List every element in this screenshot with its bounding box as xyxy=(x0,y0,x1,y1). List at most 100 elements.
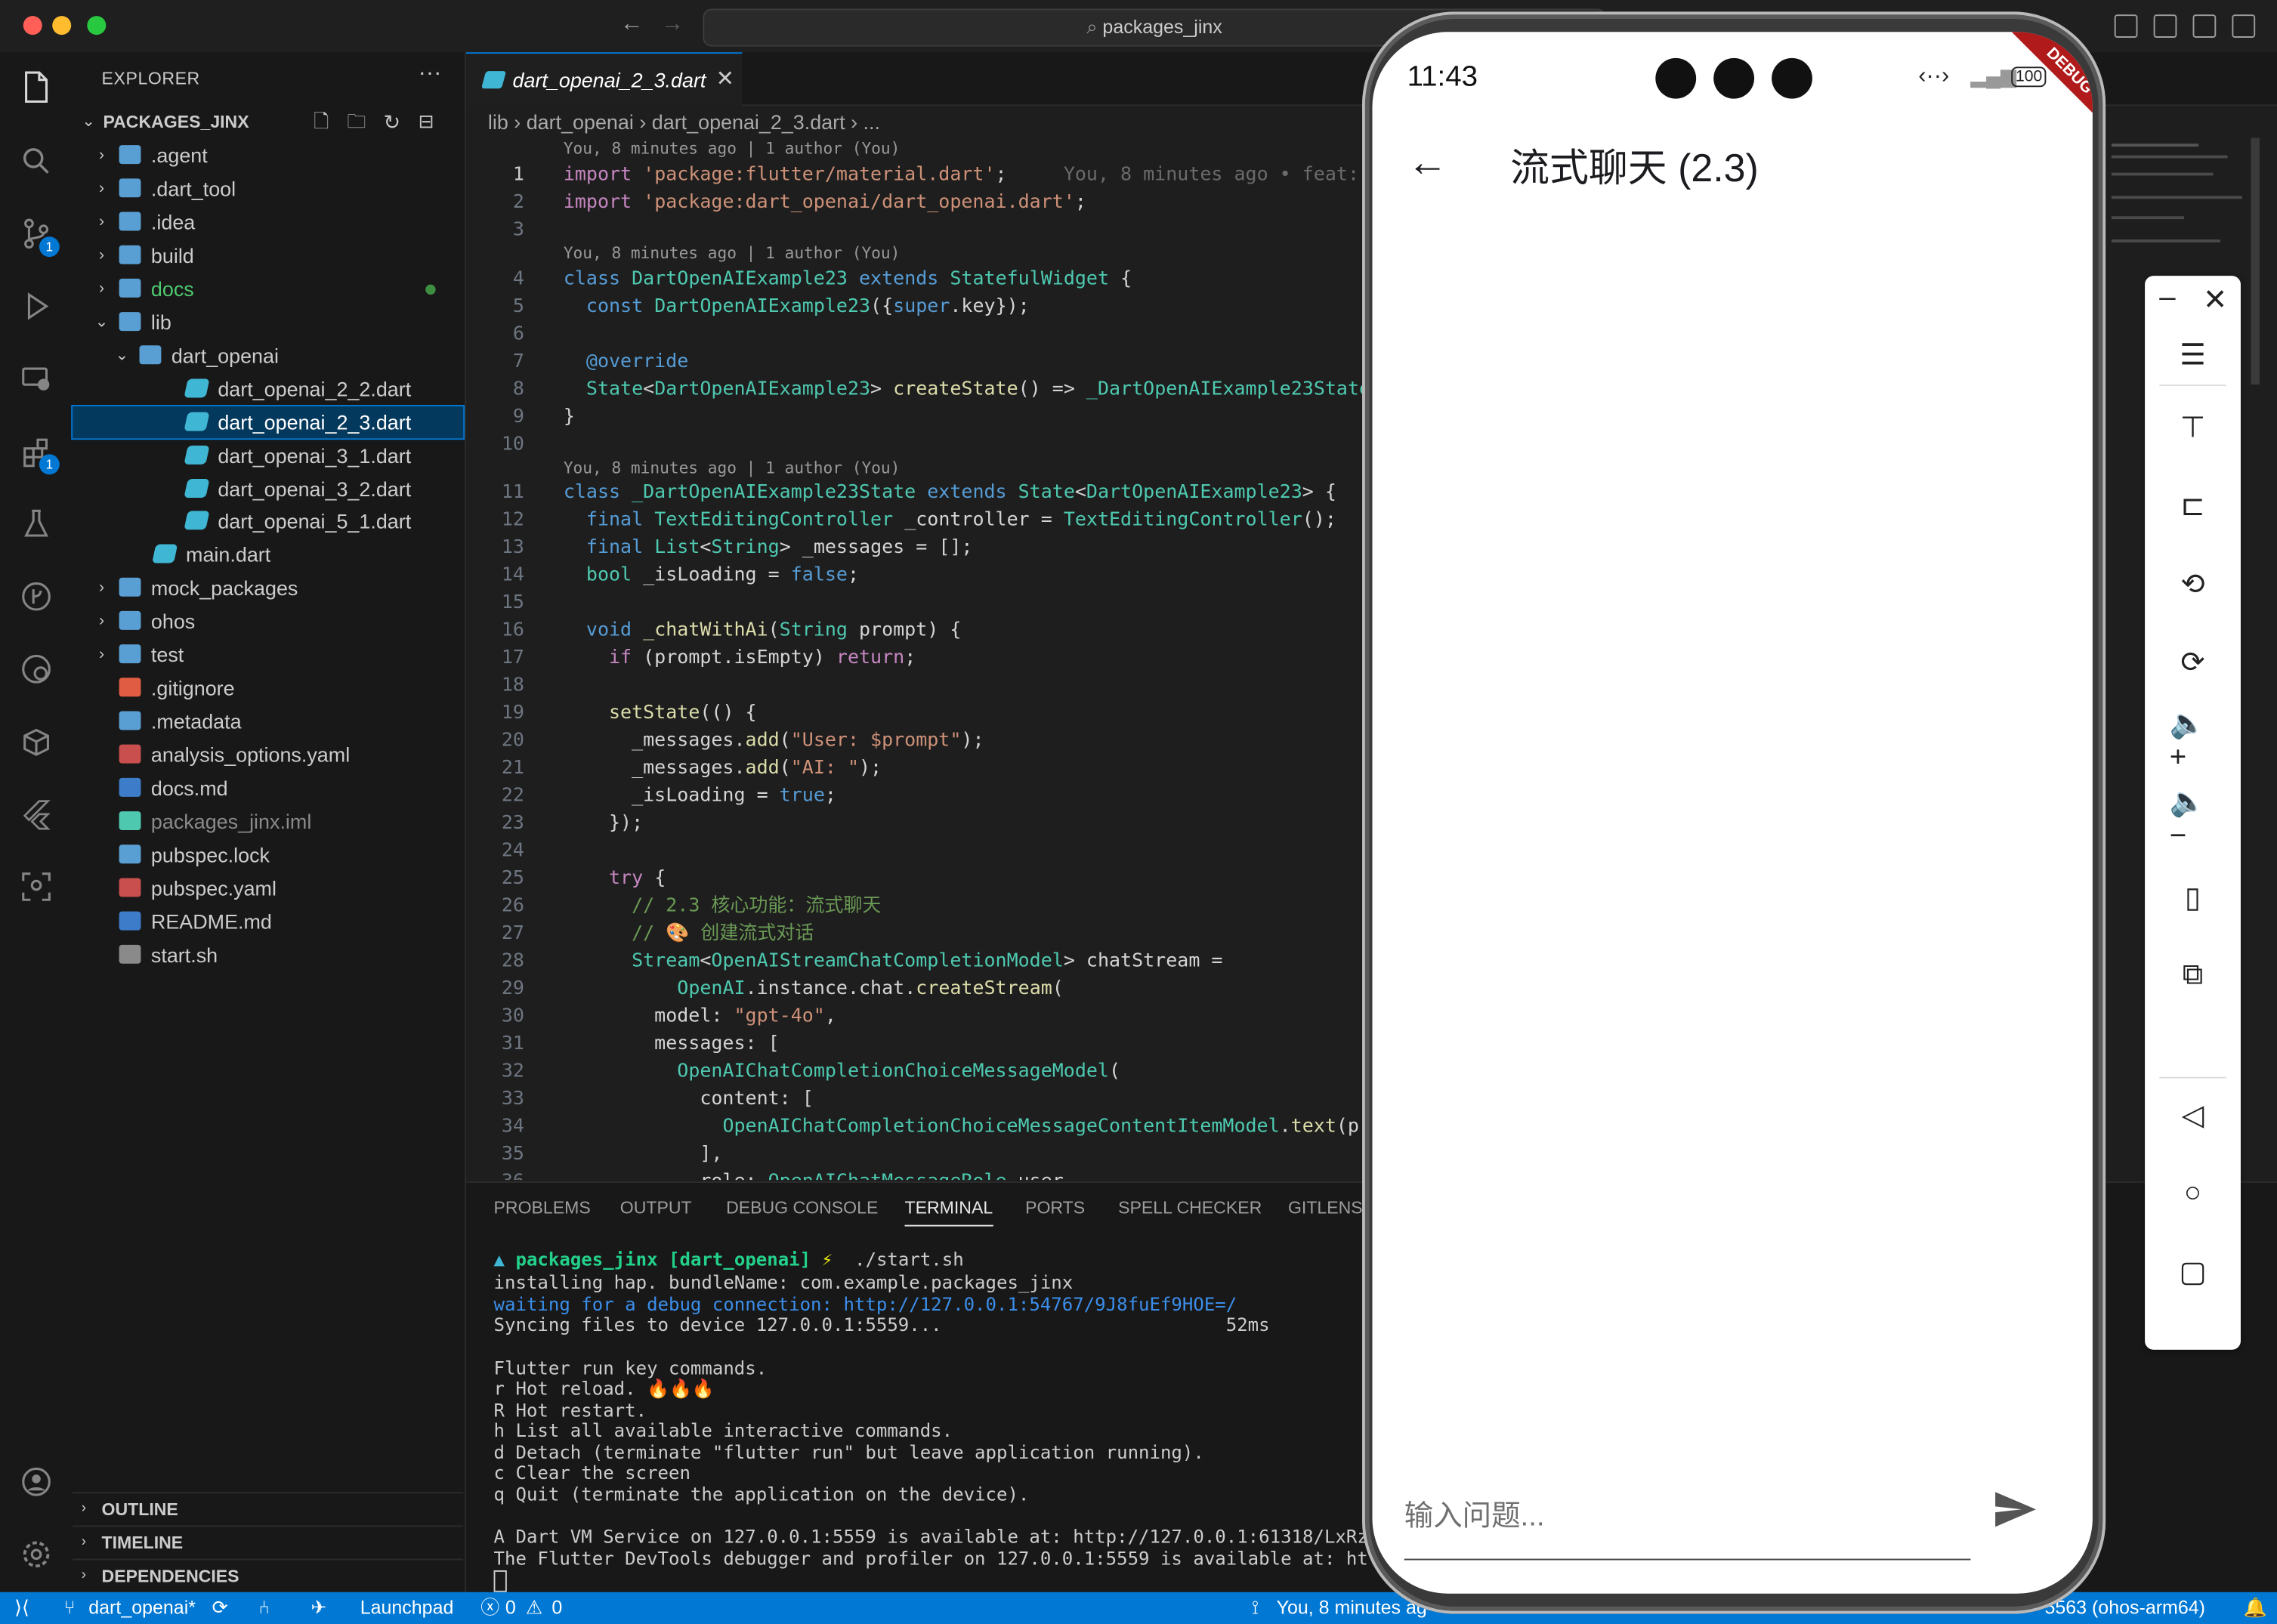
tree-item-lib[interactable]: ⌄ lib xyxy=(73,306,463,338)
account-icon[interactable] xyxy=(19,1465,54,1499)
tree-item-main-dart[interactable]: main.dart xyxy=(73,539,463,571)
problems-count[interactable]: 0 xyxy=(505,1592,516,1624)
multi-device-icon[interactable]: ⧉ xyxy=(2170,952,2217,998)
tree-item-dart-openai-5-1-dart[interactable]: dart_openai_5_1.dart xyxy=(73,505,463,537)
workspace-root[interactable]: ⌄ PACKAGES_JINX 🗋 🗀 ↻ ⊟ xyxy=(73,106,463,137)
nav-back-icon[interactable]: ◁ xyxy=(2170,1091,2217,1138)
tree-item-ohos[interactable]: › ohos xyxy=(73,606,463,638)
close-icon[interactable]: ✕ xyxy=(2203,282,2227,318)
new-folder-icon[interactable]: 🗀 xyxy=(347,106,366,137)
breadcrumb[interactable]: lib › dart_openai › dart_openai_2_3.dart… xyxy=(488,110,880,134)
tree-item-analysis-options-yaml[interactable]: analysis_options.yaml xyxy=(73,739,463,770)
device-scan-icon[interactable] xyxy=(19,869,54,904)
layout-icon[interactable] xyxy=(2114,14,2138,38)
source-control-icon[interactable]: 1 xyxy=(19,216,60,258)
warning-icon[interactable]: ⚠ xyxy=(526,1592,542,1624)
dependencies-section[interactable]: › DEPENDENCIES xyxy=(73,1558,464,1592)
run-debug-icon[interactable] xyxy=(19,289,54,323)
terminal-line[interactable]: The Flutter DevTools debugger and profil… xyxy=(494,1548,1401,1570)
terminal-line[interactable]: A Dart VM Service on 127.0.0.1:5559 is a… xyxy=(494,1526,1390,1548)
tree-item-packages-jinx-iml[interactable]: packages_jinx.iml xyxy=(73,805,463,837)
terminal-line[interactable]: waiting for a debug connection: http://1… xyxy=(494,1294,1237,1316)
maximize-window-button[interactable] xyxy=(87,16,107,36)
rocket-icon[interactable]: ✈ xyxy=(310,1592,326,1624)
flutter-icon[interactable] xyxy=(19,797,54,832)
settings-gear-icon[interactable] xyxy=(19,1537,54,1572)
launchpad-label[interactable]: Launchpad xyxy=(360,1592,454,1624)
outline-section[interactable]: › OUTLINE xyxy=(73,1492,464,1525)
tab-gitlens[interactable]: GITLENS xyxy=(1288,1197,1363,1218)
tab-dart-openai-2-3[interactable]: dart_openai_2_3.dart ✕ xyxy=(466,52,743,107)
tree-item-start-sh[interactable]: start.sh xyxy=(73,939,463,971)
search-icon[interactable] xyxy=(19,144,54,178)
branch-icon[interactable]: ⑂ xyxy=(64,1592,76,1624)
tab-problems[interactable]: PROBLEMS xyxy=(494,1197,591,1218)
testing-flask-icon[interactable] xyxy=(19,507,54,542)
volume-down-icon[interactable]: 🔈− xyxy=(2170,786,2217,851)
forward-arrow-icon[interactable]: → xyxy=(661,11,684,38)
menu-icon[interactable]: ☰ xyxy=(2170,331,2217,377)
sync-icon[interactable]: ⟳ xyxy=(212,1592,228,1624)
send-icon[interactable] xyxy=(1992,1489,2039,1536)
extensions-icon[interactable]: 1 xyxy=(19,434,60,475)
tree-item-pubspec-yaml[interactable]: pubspec.yaml xyxy=(73,872,463,904)
tab-terminal[interactable]: TERMINAL xyxy=(904,1197,993,1227)
collapse-all-icon[interactable]: ⊟ xyxy=(419,106,434,137)
minimize-icon[interactable]: – xyxy=(2159,282,2175,315)
code-editor[interactable]: You, 8 minutes ago | 1 author (You) 1 imp… xyxy=(466,138,1367,1180)
warnings-count[interactable]: 0 xyxy=(551,1592,562,1624)
tab-output[interactable]: OUTPUT xyxy=(620,1197,692,1218)
bell-icon[interactable]: 🔔 xyxy=(2244,1592,2267,1624)
close-window-button[interactable] xyxy=(23,16,42,36)
remote-icon[interactable]: ⟩⟨ xyxy=(14,1592,29,1624)
error-icon[interactable]: ⓧ xyxy=(480,1592,499,1624)
remote-explorer-icon[interactable] xyxy=(19,361,54,396)
tree-item-dart-openai-3-2-dart[interactable]: dart_openai_3_2.dart xyxy=(73,472,463,504)
tree-item-mock-packages[interactable]: › mock_packages xyxy=(73,573,463,604)
tree-item-dart-tool[interactable]: › .dart_tool xyxy=(73,173,463,205)
tree-item-dart-openai[interactable]: ⌄ dart_openai xyxy=(73,339,463,371)
explorer-icon[interactable] xyxy=(19,69,54,104)
tree-item-gitignore[interactable]: .gitignore xyxy=(73,672,463,704)
rotate-right-icon[interactable]: ⟳ xyxy=(2170,638,2217,684)
tree-item-dart-openai-3-1-dart[interactable]: dart_openai_3_1.dart xyxy=(73,439,463,471)
volume-up-icon[interactable]: 🔈+ xyxy=(2170,709,2217,773)
nav-home-icon[interactable]: ○ xyxy=(2170,1170,2217,1216)
crop-screenshot-icon[interactable]: ⊏ xyxy=(2170,482,2217,528)
tree-item-idea[interactable]: › .idea xyxy=(73,206,463,238)
close-tab-icon[interactable]: ✕ xyxy=(716,54,734,106)
package-box-icon[interactable] xyxy=(19,724,54,759)
git-graph-icon[interactable]: ⑃ xyxy=(258,1592,270,1624)
tree-item-docs[interactable]: › docs xyxy=(73,273,463,304)
pin-off-icon[interactable]: ⊤ xyxy=(2170,403,2217,449)
tab-ports[interactable]: PORTS xyxy=(1025,1197,1085,1218)
tree-item-agent[interactable]: › .agent xyxy=(73,139,463,171)
device-status[interactable]: 5563 (ohos-arm64) xyxy=(2044,1592,2205,1624)
tree-item-docs-md[interactable]: docs.md xyxy=(73,772,463,804)
tree-item-pubspec-lock[interactable]: pubspec.lock xyxy=(73,838,463,870)
tree-item-readme-md[interactable]: README.md xyxy=(73,906,463,937)
back-arrow-icon[interactable]: ← xyxy=(1407,139,1448,185)
tab-debug-console[interactable]: DEBUG CONSOLE xyxy=(726,1197,878,1218)
shake-icon[interactable]: ▯ xyxy=(2170,874,2217,920)
tree-item-dart-openai-2-2-dart[interactable]: dart_openai_2_2.dart xyxy=(73,372,463,404)
gitlens-icon[interactable] xyxy=(19,652,54,687)
toggle-panel-icon[interactable] xyxy=(2192,14,2217,38)
back-arrow-icon[interactable]: ← xyxy=(620,11,644,38)
codelens-blame[interactable]: You, 8 minutes ago | 1 author (You) xyxy=(564,139,901,158)
rotate-left-icon[interactable]: ⟲ xyxy=(2170,560,2217,607)
codelens-blame[interactable]: You, 8 minutes ago | 1 author (You) xyxy=(564,244,901,263)
new-file-icon[interactable]: 🗋 xyxy=(314,106,329,137)
minimize-window-button[interactable] xyxy=(52,16,72,36)
tab-spell-checker[interactable]: SPELL CHECKER xyxy=(1118,1197,1262,1218)
nav-recents-icon[interactable]: ▢ xyxy=(2170,1248,2217,1294)
toggle-sidebar-icon[interactable] xyxy=(2153,14,2177,38)
question-input[interactable]: 输入问题... xyxy=(1404,1492,1545,1534)
toggle-secondary-sidebar-icon[interactable] xyxy=(2232,14,2256,38)
tree-item-test[interactable]: › test xyxy=(73,639,463,671)
tree-item-metadata[interactable]: .metadata xyxy=(73,705,463,737)
more-actions-icon[interactable]: ··· xyxy=(419,61,442,88)
refresh-icon[interactable]: ↻ xyxy=(383,106,400,137)
codelens-blame[interactable]: You, 8 minutes ago | 1 author (You) xyxy=(564,458,901,477)
branch-name[interactable]: dart_openai* xyxy=(88,1592,196,1624)
